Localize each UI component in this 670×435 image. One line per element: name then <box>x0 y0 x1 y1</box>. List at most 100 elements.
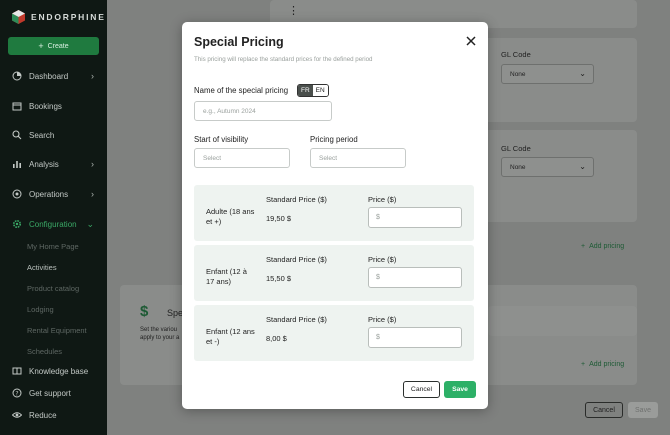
sidebar-item-search[interactable]: Search <box>12 128 102 142</box>
create-label: Create <box>47 42 69 50</box>
plus-icon: + <box>38 41 44 51</box>
brand-name: ENDORPHINE <box>31 12 106 22</box>
chevron-down-icon: ⌄ <box>86 218 94 229</box>
sidebar-item-bookings[interactable]: Bookings <box>12 99 102 113</box>
sidebar-item-operations[interactable]: Operations › <box>12 187 102 201</box>
section-title: Spe <box>167 308 184 318</box>
add-pricing-link[interactable]: + Add pricing <box>581 361 624 368</box>
save-button[interactable]: Save <box>444 381 476 398</box>
pricing-row: Enfant (12 ans et -) Standard Price ($) … <box>194 305 474 361</box>
chart-icon <box>12 159 22 169</box>
endorphine-logo-icon <box>12 10 25 24</box>
sidebar-item-label: Operations <box>29 189 69 199</box>
svg-text:?: ? <box>15 391 18 398</box>
standard-price-header: Standard Price ($) <box>266 195 327 204</box>
sidebar-item-label: Knowledge base <box>29 366 89 376</box>
pricing-row: Adulte (18 ans et +) Standard Price ($) … <box>194 185 474 241</box>
chevron-right-icon: › <box>91 159 94 169</box>
kebab-menu-icon[interactable]: ⋮ <box>288 4 299 17</box>
gl-code-select[interactable]: None ⌄ <box>501 157 594 177</box>
cancel-button[interactable]: Cancel <box>403 381 440 398</box>
sidebar-subitem-rental-equipment[interactable]: Rental Equipment <box>27 326 87 335</box>
close-icon[interactable] <box>465 35 477 47</box>
sidebar-subitem-my-home-page[interactable]: My Home Page <box>27 242 79 251</box>
price-input[interactable]: $ <box>368 267 462 288</box>
category-label: Enfant (12 à 17 ans) <box>206 267 247 286</box>
sidebar-item-analysis[interactable]: Analysis › <box>12 157 102 171</box>
page-save-button[interactable]: Save <box>628 402 658 418</box>
price-header: Price ($) <box>368 195 397 204</box>
plus-icon: + <box>581 243 586 250</box>
eye-icon <box>12 410 22 420</box>
modal-title: Special Pricing <box>194 35 284 49</box>
sidebar-item-label: Reduce <box>29 410 57 420</box>
standard-price-value: 19,50 $ <box>266 214 292 223</box>
chevron-right-icon: › <box>91 71 94 81</box>
sidebar-item-label: Get support <box>29 388 71 398</box>
standard-price-header: Standard Price ($) <box>266 315 327 324</box>
sidebar-subitem-activities[interactable]: Activities <box>27 263 57 272</box>
sidebar-item-label: Configuration <box>29 219 77 229</box>
background-card <box>488 306 637 336</box>
sidebar-item-label: Bookings <box>29 101 62 111</box>
add-pricing-label: Add pricing <box>589 361 625 368</box>
search-icon <box>12 130 22 140</box>
chevron-down-icon: ⌄ <box>579 162 586 171</box>
book-icon <box>12 366 22 376</box>
price-header: Price ($) <box>368 315 397 324</box>
sidebar-item-label: Search <box>29 130 55 140</box>
standard-price-value: 15,50 $ <box>266 274 292 283</box>
standard-price-header: Standard Price ($) <box>266 255 327 264</box>
category-label: Enfant (12 ans et -) <box>206 327 255 346</box>
help-icon: ? <box>12 388 22 398</box>
visibility-select[interactable]: Select <box>194 148 290 168</box>
page-cancel-button[interactable]: Cancel <box>585 402 623 418</box>
sidebar-item-get-support[interactable]: ? Get support <box>12 386 102 400</box>
modal-subtitle: This pricing will replace the standard p… <box>194 56 373 63</box>
chevron-right-icon: › <box>91 189 94 199</box>
language-toggle: FR EN <box>297 84 329 97</box>
operations-icon <box>12 189 22 199</box>
gear-icon <box>12 219 22 229</box>
gl-code-label: GL Code <box>501 50 531 59</box>
pricing-row: Enfant (12 à 17 ans) Standard Price ($) … <box>194 245 474 301</box>
sidebar-item-label: Dashboard <box>29 71 69 81</box>
gl-code-select[interactable]: None ⌄ <box>501 64 594 84</box>
sidebar-item-label: Analysis <box>29 159 59 169</box>
sidebar-subitem-schedules[interactable]: Schedules <box>27 347 62 354</box>
lang-fr-button[interactable]: FR <box>298 85 313 96</box>
special-pricing-modal: Special Pricing This pricing will replac… <box>182 22 488 409</box>
price-input[interactable]: $ <box>368 207 462 228</box>
category-label: Adulte (18 ans et +) <box>206 207 255 226</box>
create-button[interactable]: + Create <box>8 37 99 55</box>
calendar-icon <box>12 101 22 111</box>
add-pricing-label: Add pricing <box>589 243 625 250</box>
price-header: Price ($) <box>368 255 397 264</box>
sidebar-item-configuration[interactable]: Configuration ⌄ <box>12 217 102 231</box>
brand[interactable]: ENDORPHINE <box>12 10 106 24</box>
gl-code-value: None <box>510 164 526 171</box>
dollar-icon: $ <box>140 303 149 320</box>
sidebar-item-dashboard[interactable]: Dashboard › <box>12 69 102 83</box>
add-pricing-link[interactable]: + Add pricing <box>581 243 624 250</box>
period-label: Pricing period <box>310 135 358 144</box>
sidebar: ENDORPHINE + Create Dashboard › Bookings… <box>0 0 107 435</box>
sidebar-item-reduce[interactable]: Reduce <box>12 408 102 422</box>
sidebar-subitem-lodging[interactable]: Lodging <box>27 305 54 314</box>
dashboard-icon <box>12 71 22 81</box>
visibility-label: Start of visibility <box>194 135 249 144</box>
pricing-name-input[interactable]: e.g., Autumn 2024 <box>194 101 332 121</box>
price-input[interactable]: $ <box>368 327 462 348</box>
standard-price-value: 8,00 $ <box>266 334 287 343</box>
lang-en-button[interactable]: EN <box>312 85 328 96</box>
section-description: Set the variou <box>140 327 178 333</box>
gl-code-value: None <box>510 71 526 78</box>
chevron-down-icon: ⌄ <box>579 69 586 78</box>
period-select[interactable]: Select <box>310 148 406 168</box>
sidebar-item-knowledge-base[interactable]: Knowledge base <box>12 364 102 378</box>
plus-icon: + <box>581 361 586 368</box>
sidebar-subitem-product-catalog[interactable]: Product catalog <box>27 284 79 293</box>
gl-code-label: GL Code <box>501 144 531 153</box>
name-label: Name of the special pricing <box>194 86 289 95</box>
section-description: apply to your a <box>140 335 180 341</box>
